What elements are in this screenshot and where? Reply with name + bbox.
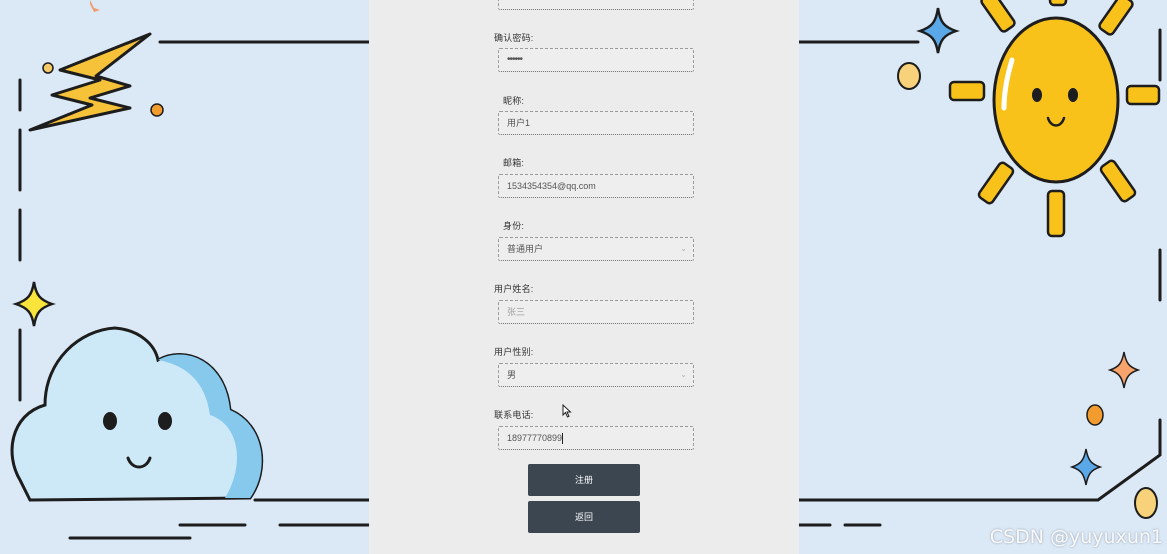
identity-label: 身份:	[503, 221, 525, 231]
dot-icon	[1134, 487, 1158, 519]
sparkle-icon	[1069, 448, 1103, 486]
phone-field[interactable]: 18977770899	[498, 426, 694, 450]
nickname-field[interactable]: 用户1	[498, 111, 694, 135]
confirm-password-label: 确认密码:	[494, 33, 534, 43]
sparkle-icon	[12, 281, 56, 327]
back-button[interactable]: 返回	[528, 501, 640, 533]
gender-select-value: 男	[507, 370, 517, 380]
sparkle-icon	[1107, 351, 1141, 389]
dot-icon	[897, 62, 921, 90]
real-name-placeholder: 张三	[507, 307, 526, 317]
confirm-password-field[interactable]: ••••••	[498, 48, 694, 72]
phone-label: 联系电话:	[494, 410, 534, 420]
chevron-down-icon: ⌄	[680, 370, 687, 379]
register-button[interactable]: 注册	[528, 464, 640, 496]
sun-icon	[948, 0, 1161, 238]
real-name-label: 用户姓名:	[494, 284, 534, 294]
mouse-cursor-icon	[562, 404, 572, 418]
real-name-field[interactable]: 张三	[498, 300, 694, 324]
text-caret	[562, 433, 564, 445]
cloud-icon	[10, 326, 264, 502]
sparkle-icon	[916, 7, 960, 54]
email-field[interactable]: 1534354354@qq.com	[498, 174, 694, 198]
gender-label: 用户性别:	[494, 347, 534, 357]
dot-icon	[1086, 404, 1104, 426]
phone-value: 18977770899	[507, 433, 563, 443]
sparkle-icon	[90, 0, 100, 12]
identity-select-value: 普通用户	[507, 244, 544, 254]
chevron-down-icon: ⌄	[680, 244, 687, 253]
password-field[interactable]	[498, 0, 694, 10]
watermark: CSDN @yuyuxun1	[989, 526, 1163, 548]
nickname-label: 昵称:	[503, 96, 525, 106]
identity-select[interactable]: 普通用户 ⌄	[498, 237, 694, 261]
lightning-icon	[28, 32, 152, 132]
dot-icon	[150, 103, 164, 117]
dot-icon	[42, 62, 54, 74]
email-label: 邮箱:	[503, 158, 525, 168]
gender-select[interactable]: 男 ⌄	[498, 363, 694, 387]
